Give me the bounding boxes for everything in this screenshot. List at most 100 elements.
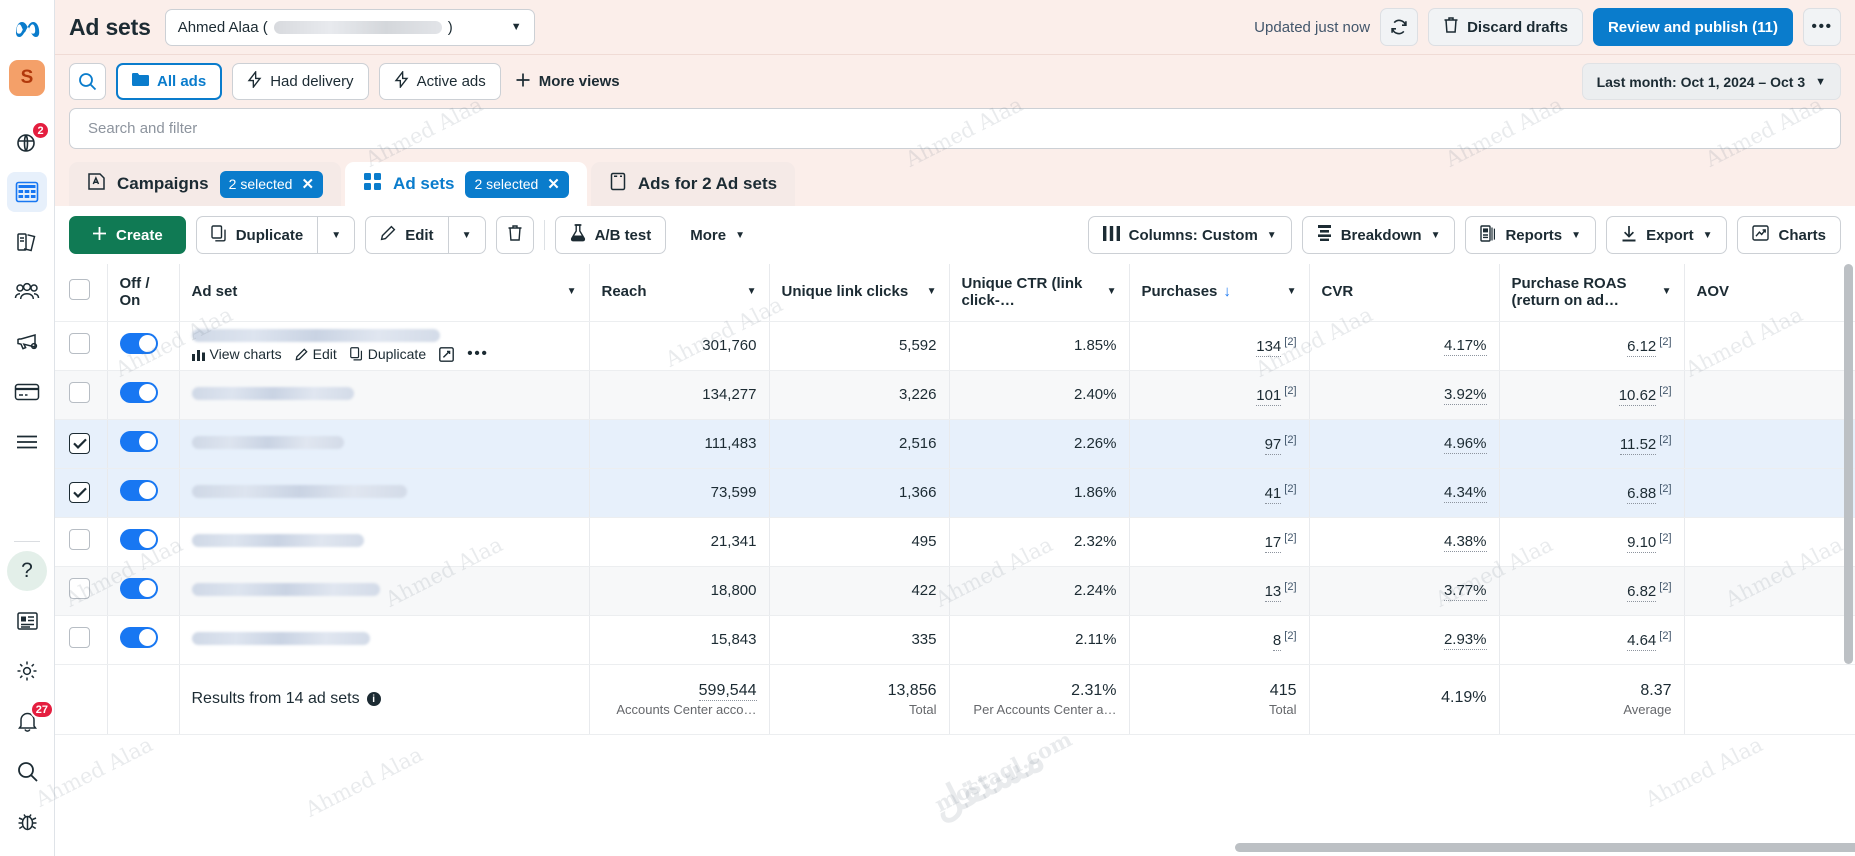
row-toggle-cell[interactable] <box>107 321 180 371</box>
row-more-action[interactable]: ••• <box>467 346 488 362</box>
adset-name-cell[interactable] <box>179 566 590 616</box>
row-toggle-cell[interactable] <box>107 370 180 420</box>
horizontal-scrollbar-thumb[interactable] <box>1235 843 1855 852</box>
adset-name-cell[interactable] <box>179 517 590 567</box>
charts-button[interactable]: Charts <box>1737 216 1841 254</box>
vertical-scrollbar-thumb[interactable] <box>1844 264 1853 664</box>
open-external-icon[interactable] <box>439 346 455 362</box>
onoff-toggle[interactable] <box>119 431 158 452</box>
review-and-publish-button[interactable]: Review and publish (11) <box>1592 8 1793 46</box>
row-toggle-cell[interactable] <box>107 566 180 616</box>
duplicate-button[interactable]: Duplicate <box>195 216 318 254</box>
bug-report-icon[interactable] <box>7 801 47 841</box>
edit-button[interactable]: Edit <box>365 216 448 254</box>
table-row[interactable]: View charts Edit Duplicate ••• 301,760 5… <box>55 321 1855 371</box>
row-checkbox[interactable] <box>69 433 90 454</box>
news-article-icon[interactable] <box>7 601 47 641</box>
delete-button[interactable] <box>495 216 534 254</box>
chevron-down-icon[interactable]: ▼ <box>1107 286 1117 298</box>
onoff-toggle[interactable] <box>119 627 158 648</box>
table-row[interactable]: 73,599 1,366 1.86% 41 [2] 4.34% 6.88 [2] <box>55 468 1855 518</box>
columns-button[interactable]: Columns: Custom ▼ <box>1087 216 1292 254</box>
row-select-cell[interactable] <box>55 615 108 665</box>
refresh-icon[interactable] <box>1380 8 1419 46</box>
view-active-ads[interactable]: Active ads <box>378 63 501 100</box>
chevron-down-icon[interactable]: ▼ <box>1287 286 1297 298</box>
date-range-picker[interactable]: Last month: Oct 1, 2024 – Oct 3 ▼ <box>1581 63 1841 100</box>
notifications-bell-icon[interactable]: 27 <box>7 700 54 741</box>
onoff-toggle[interactable] <box>119 529 158 550</box>
row-checkbox[interactable] <box>69 482 90 503</box>
more-views-button[interactable]: More views <box>511 63 634 100</box>
create-button[interactable]: Create <box>69 216 186 254</box>
settings-gear-icon[interactable] <box>7 651 47 691</box>
all-tools-menu-icon[interactable] <box>7 422 47 462</box>
account-selector[interactable]: Ahmed Alaa () ▼ <box>164 8 535 46</box>
onoff-toggle[interactable] <box>119 333 158 354</box>
onoff-toggle[interactable] <box>119 382 158 403</box>
breakdown-button[interactable]: Breakdown ▼ <box>1301 216 1456 254</box>
row-checkbox[interactable] <box>69 627 90 648</box>
row-toggle-cell[interactable] <box>107 517 180 567</box>
search-toggle-button[interactable] <box>69 63 106 100</box>
export-button[interactable]: Export ▼ <box>1606 216 1728 254</box>
meta-logo[interactable] <box>0 0 54 55</box>
help-question-icon[interactable]: ? <box>7 551 47 591</box>
column-header-reach[interactable]: Reach ▼ <box>589 264 770 322</box>
column-header-adset[interactable]: Ad set ▼ <box>179 264 590 322</box>
adsets-selection-chip[interactable]: 2 selected ✕ <box>465 170 569 198</box>
edit-dropdown[interactable]: ▼ <box>447 216 486 254</box>
tab-adsets[interactable]: Ad sets 2 selected ✕ <box>345 162 587 206</box>
tab-campaigns[interactable]: Campaigns 2 selected ✕ <box>69 162 342 206</box>
close-icon[interactable]: ✕ <box>301 175 314 193</box>
vertical-scrollbar-track[interactable] <box>1842 264 1855 856</box>
chevron-down-icon[interactable]: ▼ <box>927 286 937 298</box>
megaphone-icon[interactable] <box>7 322 47 362</box>
billing-card-icon[interactable] <box>7 372 47 412</box>
view-all-ads[interactable]: All ads <box>116 63 223 100</box>
row-checkbox[interactable] <box>69 578 90 599</box>
table-grid-icon[interactable] <box>7 172 47 212</box>
search-icon[interactable] <box>7 751 47 791</box>
tab-ads[interactable]: Ads for 2 Ad sets <box>590 162 796 206</box>
row-toggle-cell[interactable] <box>107 419 180 469</box>
chevron-down-icon[interactable]: ▼ <box>1662 286 1672 298</box>
row-select-cell[interactable] <box>55 468 108 518</box>
adset-name-cell[interactable] <box>179 468 590 518</box>
row-select-cell[interactable] <box>55 321 108 371</box>
row-toggle-cell[interactable] <box>107 615 180 665</box>
table-row[interactable]: 18,800 422 2.24% 13 [2] 3.77% 6.82 [2] <box>55 566 1855 616</box>
campaigns-selection-chip[interactable]: 2 selected ✕ <box>219 170 324 198</box>
reports-button[interactable]: Reports ▼ <box>1465 216 1597 254</box>
row-toggle-cell[interactable] <box>107 468 180 518</box>
column-header-purchase-roas[interactable]: Purchase ROAS (return on ad… ▼ <box>1499 264 1685 322</box>
row-edit-action[interactable]: Edit <box>295 346 337 362</box>
column-header-unique-link-clicks[interactable]: Unique link clicks ▼ <box>769 264 950 322</box>
adsets-table-container[interactable]: Off / On Ad set ▼ Reach ▼ Unique link cl… <box>55 264 1855 856</box>
table-row[interactable]: 15,843 335 2.11% 8 [2] 2.93% 4.64 [2] <box>55 615 1855 665</box>
row-checkbox[interactable] <box>69 529 90 550</box>
onoff-toggle[interactable] <box>119 578 158 599</box>
more-actions-button[interactable]: More ▼ <box>676 216 759 254</box>
row-checkbox[interactable] <box>69 382 90 403</box>
onoff-toggle[interactable] <box>119 480 158 501</box>
view-charts-action[interactable]: View charts <box>191 346 282 362</box>
row-select-cell[interactable] <box>55 419 108 469</box>
adset-name-cell[interactable] <box>179 370 590 420</box>
row-checkbox[interactable] <box>69 333 90 354</box>
row-duplicate-action[interactable]: Duplicate <box>349 346 426 362</box>
search-input[interactable]: Search and filter <box>69 108 1841 149</box>
adset-name-cell[interactable]: View charts Edit Duplicate ••• <box>179 321 590 371</box>
table-row[interactable]: 21,341 495 2.32% 17 [2] 4.38% 9.10 [2] <box>55 517 1855 567</box>
select-all-header[interactable] <box>55 264 108 322</box>
table-row[interactable]: 134,277 3,226 2.40% 101 [2] 3.92% 10.62 [2… <box>55 370 1855 420</box>
discard-drafts-button[interactable]: Discard drafts <box>1428 8 1583 46</box>
account-avatar[interactable]: S <box>9 60 45 96</box>
column-header-aov[interactable]: AOV <box>1684 264 1855 322</box>
notifications-globe-icon[interactable]: 2 <box>7 121 50 162</box>
view-had-delivery[interactable]: Had delivery <box>232 63 369 100</box>
info-icon[interactable]: i <box>366 692 381 706</box>
adset-name-cell[interactable] <box>179 615 590 665</box>
audiences-people-icon[interactable] <box>7 272 47 312</box>
table-row[interactable]: 111,483 2,516 2.26% 97 [2] 4.96% 11.52 [2] <box>55 419 1855 469</box>
